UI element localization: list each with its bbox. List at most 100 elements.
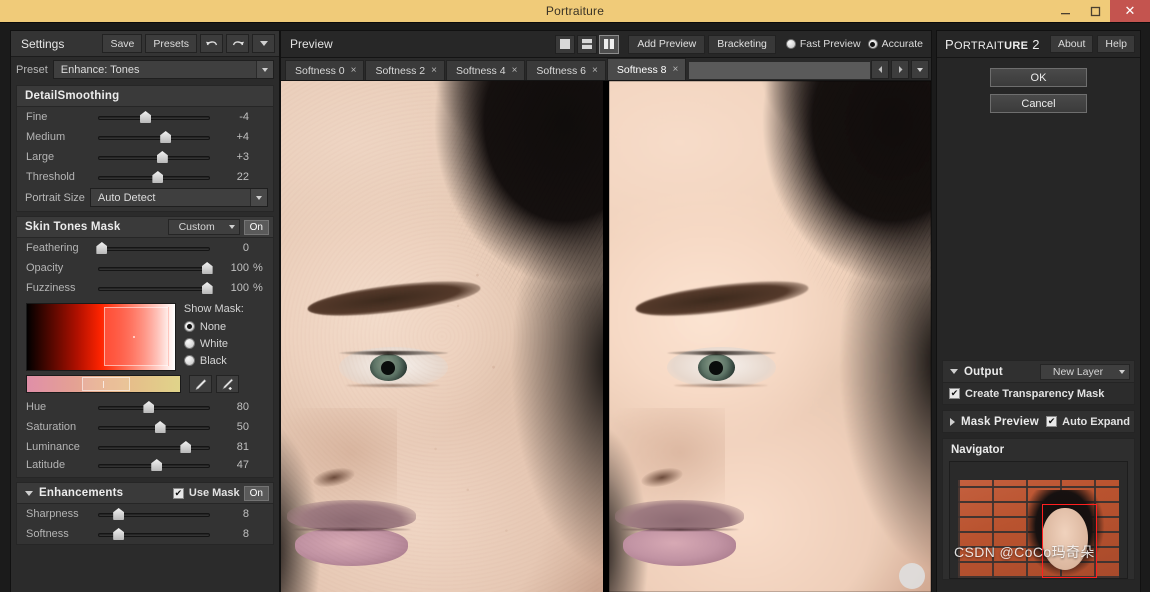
maximize-button[interactable]: [1080, 0, 1110, 22]
quality-option-accurate[interactable]: Accurate: [867, 38, 923, 50]
skin-tones-mask-header[interactable]: Skin Tones Mask Custom On: [17, 217, 273, 238]
slider-track[interactable]: [98, 278, 213, 298]
help-button[interactable]: Help: [1097, 35, 1135, 53]
portrait-size-dropdown-arrow[interactable]: [250, 189, 267, 206]
chevron-right-icon[interactable]: [950, 417, 955, 426]
show-mask-option-white[interactable]: White: [183, 335, 267, 352]
quality-option-fast-preview[interactable]: Fast Preview: [785, 38, 861, 50]
slider-track[interactable]: [98, 524, 210, 544]
slider-track[interactable]: [98, 147, 210, 167]
slider-knob[interactable]: [143, 401, 155, 413]
close-icon[interactable]: ×: [592, 65, 598, 76]
processed-preview-image[interactable]: [609, 81, 931, 592]
zoom-handle[interactable]: [899, 563, 925, 589]
enhancements-toggle[interactable]: On: [243, 485, 269, 501]
slider-track[interactable]: [98, 417, 210, 437]
slider-track[interactable]: [98, 397, 210, 417]
view-mode-single-button[interactable]: [555, 34, 576, 54]
close-icon[interactable]: ×: [351, 65, 357, 76]
show-mask-option-black[interactable]: Black: [183, 352, 267, 369]
slider-knob[interactable]: [113, 528, 125, 540]
view-mode-split-vertical-button[interactable]: [599, 34, 620, 54]
slider-sharpness[interactable]: Sharpness 8: [17, 504, 273, 524]
navigator-selection-rect[interactable]: [1042, 504, 1097, 578]
use-mask-checkbox[interactable]: ✔: [172, 487, 184, 499]
slider-track[interactable]: [98, 127, 210, 147]
eyedropper-button[interactable]: [189, 375, 212, 393]
navigator-thumbnail[interactable]: CSDN @CoCo玛奇朵: [949, 461, 1128, 579]
slider-track[interactable]: [98, 437, 210, 457]
tab-softness-6[interactable]: Softness 6 ×: [526, 60, 606, 80]
skin-tones-mask-toggle[interactable]: On: [243, 219, 269, 235]
undo-button[interactable]: [200, 34, 223, 53]
slider-knob[interactable]: [154, 421, 166, 433]
settings-menu-button[interactable]: [252, 34, 275, 53]
preview-image-area[interactable]: [281, 81, 931, 592]
slider-knob[interactable]: [140, 111, 152, 123]
tab-next-button[interactable]: [891, 60, 909, 79]
slider-feathering[interactable]: Feathering 0: [17, 238, 273, 258]
save-button[interactable]: Save: [102, 34, 143, 53]
output-mode-dropdown[interactable]: New Layer: [1040, 363, 1130, 380]
output-mode-arrow[interactable]: [1115, 369, 1129, 374]
presets-button[interactable]: Presets: [145, 34, 197, 53]
view-mode-split-horizontal-button[interactable]: [577, 34, 598, 54]
close-icon[interactable]: ×: [431, 65, 437, 76]
slider-fuzziness[interactable]: Fuzziness 100 %: [17, 278, 273, 298]
close-icon[interactable]: ×: [512, 65, 518, 76]
enhancements-header[interactable]: Enhancements ✔ Use Mask On: [17, 483, 273, 504]
detail-smoothing-header[interactable]: DetailSmoothing: [17, 86, 273, 107]
slider-luminance[interactable]: Luminance 81: [17, 437, 273, 457]
slider-knob[interactable]: [113, 508, 125, 520]
slider-track[interactable]: [98, 455, 210, 475]
add-preview-button[interactable]: Add Preview: [628, 34, 706, 54]
slider-knob[interactable]: [96, 242, 108, 254]
redo-button[interactable]: [226, 34, 249, 53]
tab-softness-8[interactable]: Softness 8 ×: [606, 58, 687, 80]
chevron-down-icon[interactable]: [950, 369, 958, 374]
skin-tone-color-field[interactable]: [26, 303, 176, 371]
slider-fine[interactable]: Fine -4: [17, 107, 273, 127]
slider-track[interactable]: [98, 258, 213, 278]
create-transparency-mask-checkbox[interactable]: ✔: [949, 388, 960, 399]
show-mask-option-none[interactable]: None: [183, 318, 267, 335]
close-button[interactable]: ✕: [1110, 0, 1150, 22]
chevron-down-icon[interactable]: [25, 490, 33, 496]
preset-dropdown-arrow[interactable]: [256, 61, 273, 78]
slider-opacity[interactable]: Opacity 100 %: [17, 258, 273, 278]
tab-prev-button[interactable]: [871, 60, 889, 79]
slider-latitude[interactable]: Latitude 47: [17, 457, 273, 477]
slider-knob[interactable]: [151, 459, 163, 471]
minimize-button[interactable]: [1050, 0, 1080, 22]
slider-large[interactable]: Large +3: [17, 147, 273, 167]
skin-tones-mode-dropdown[interactable]: Custom: [167, 219, 240, 235]
skin-tones-mode-arrow[interactable]: [225, 225, 239, 229]
eyedropper-add-button[interactable]: [216, 375, 239, 393]
slider-medium[interactable]: Medium +4: [17, 127, 273, 147]
slider-track[interactable]: [98, 504, 210, 524]
tab-softness-4[interactable]: Softness 4 ×: [445, 60, 526, 80]
hue-gradient-strip[interactable]: [26, 375, 181, 393]
slider-hue[interactable]: Hue 80: [17, 397, 273, 417]
ok-button[interactable]: OK: [990, 68, 1087, 87]
output-header[interactable]: Output New Layer: [943, 361, 1134, 382]
slider-track[interactable]: [96, 238, 210, 258]
auto-expand-checkbox[interactable]: ✔: [1046, 416, 1058, 427]
cancel-button[interactable]: Cancel: [990, 94, 1087, 113]
mask-preview-header[interactable]: Mask Preview ✔ Auto Expand: [943, 411, 1134, 432]
bracketing-button[interactable]: Bracketing: [708, 34, 776, 54]
tab-list-button[interactable]: [911, 60, 929, 79]
tab-softness-0[interactable]: Softness 0 ×: [285, 60, 365, 80]
close-icon[interactable]: ×: [673, 64, 679, 75]
slider-knob[interactable]: [180, 441, 192, 453]
slider-track[interactable]: [98, 167, 210, 187]
slider-threshold[interactable]: Threshold 22: [17, 167, 273, 187]
slider-knob[interactable]: [156, 151, 168, 163]
slider-track[interactable]: [98, 107, 210, 127]
tab-softness-2[interactable]: Softness 2 ×: [365, 60, 445, 80]
slider-knob[interactable]: [160, 131, 172, 143]
about-button[interactable]: About: [1049, 35, 1094, 53]
preset-dropdown[interactable]: Enhance: Tones: [52, 60, 274, 79]
original-preview-image[interactable]: [281, 81, 603, 592]
slider-softness[interactable]: Softness 8: [17, 524, 273, 544]
